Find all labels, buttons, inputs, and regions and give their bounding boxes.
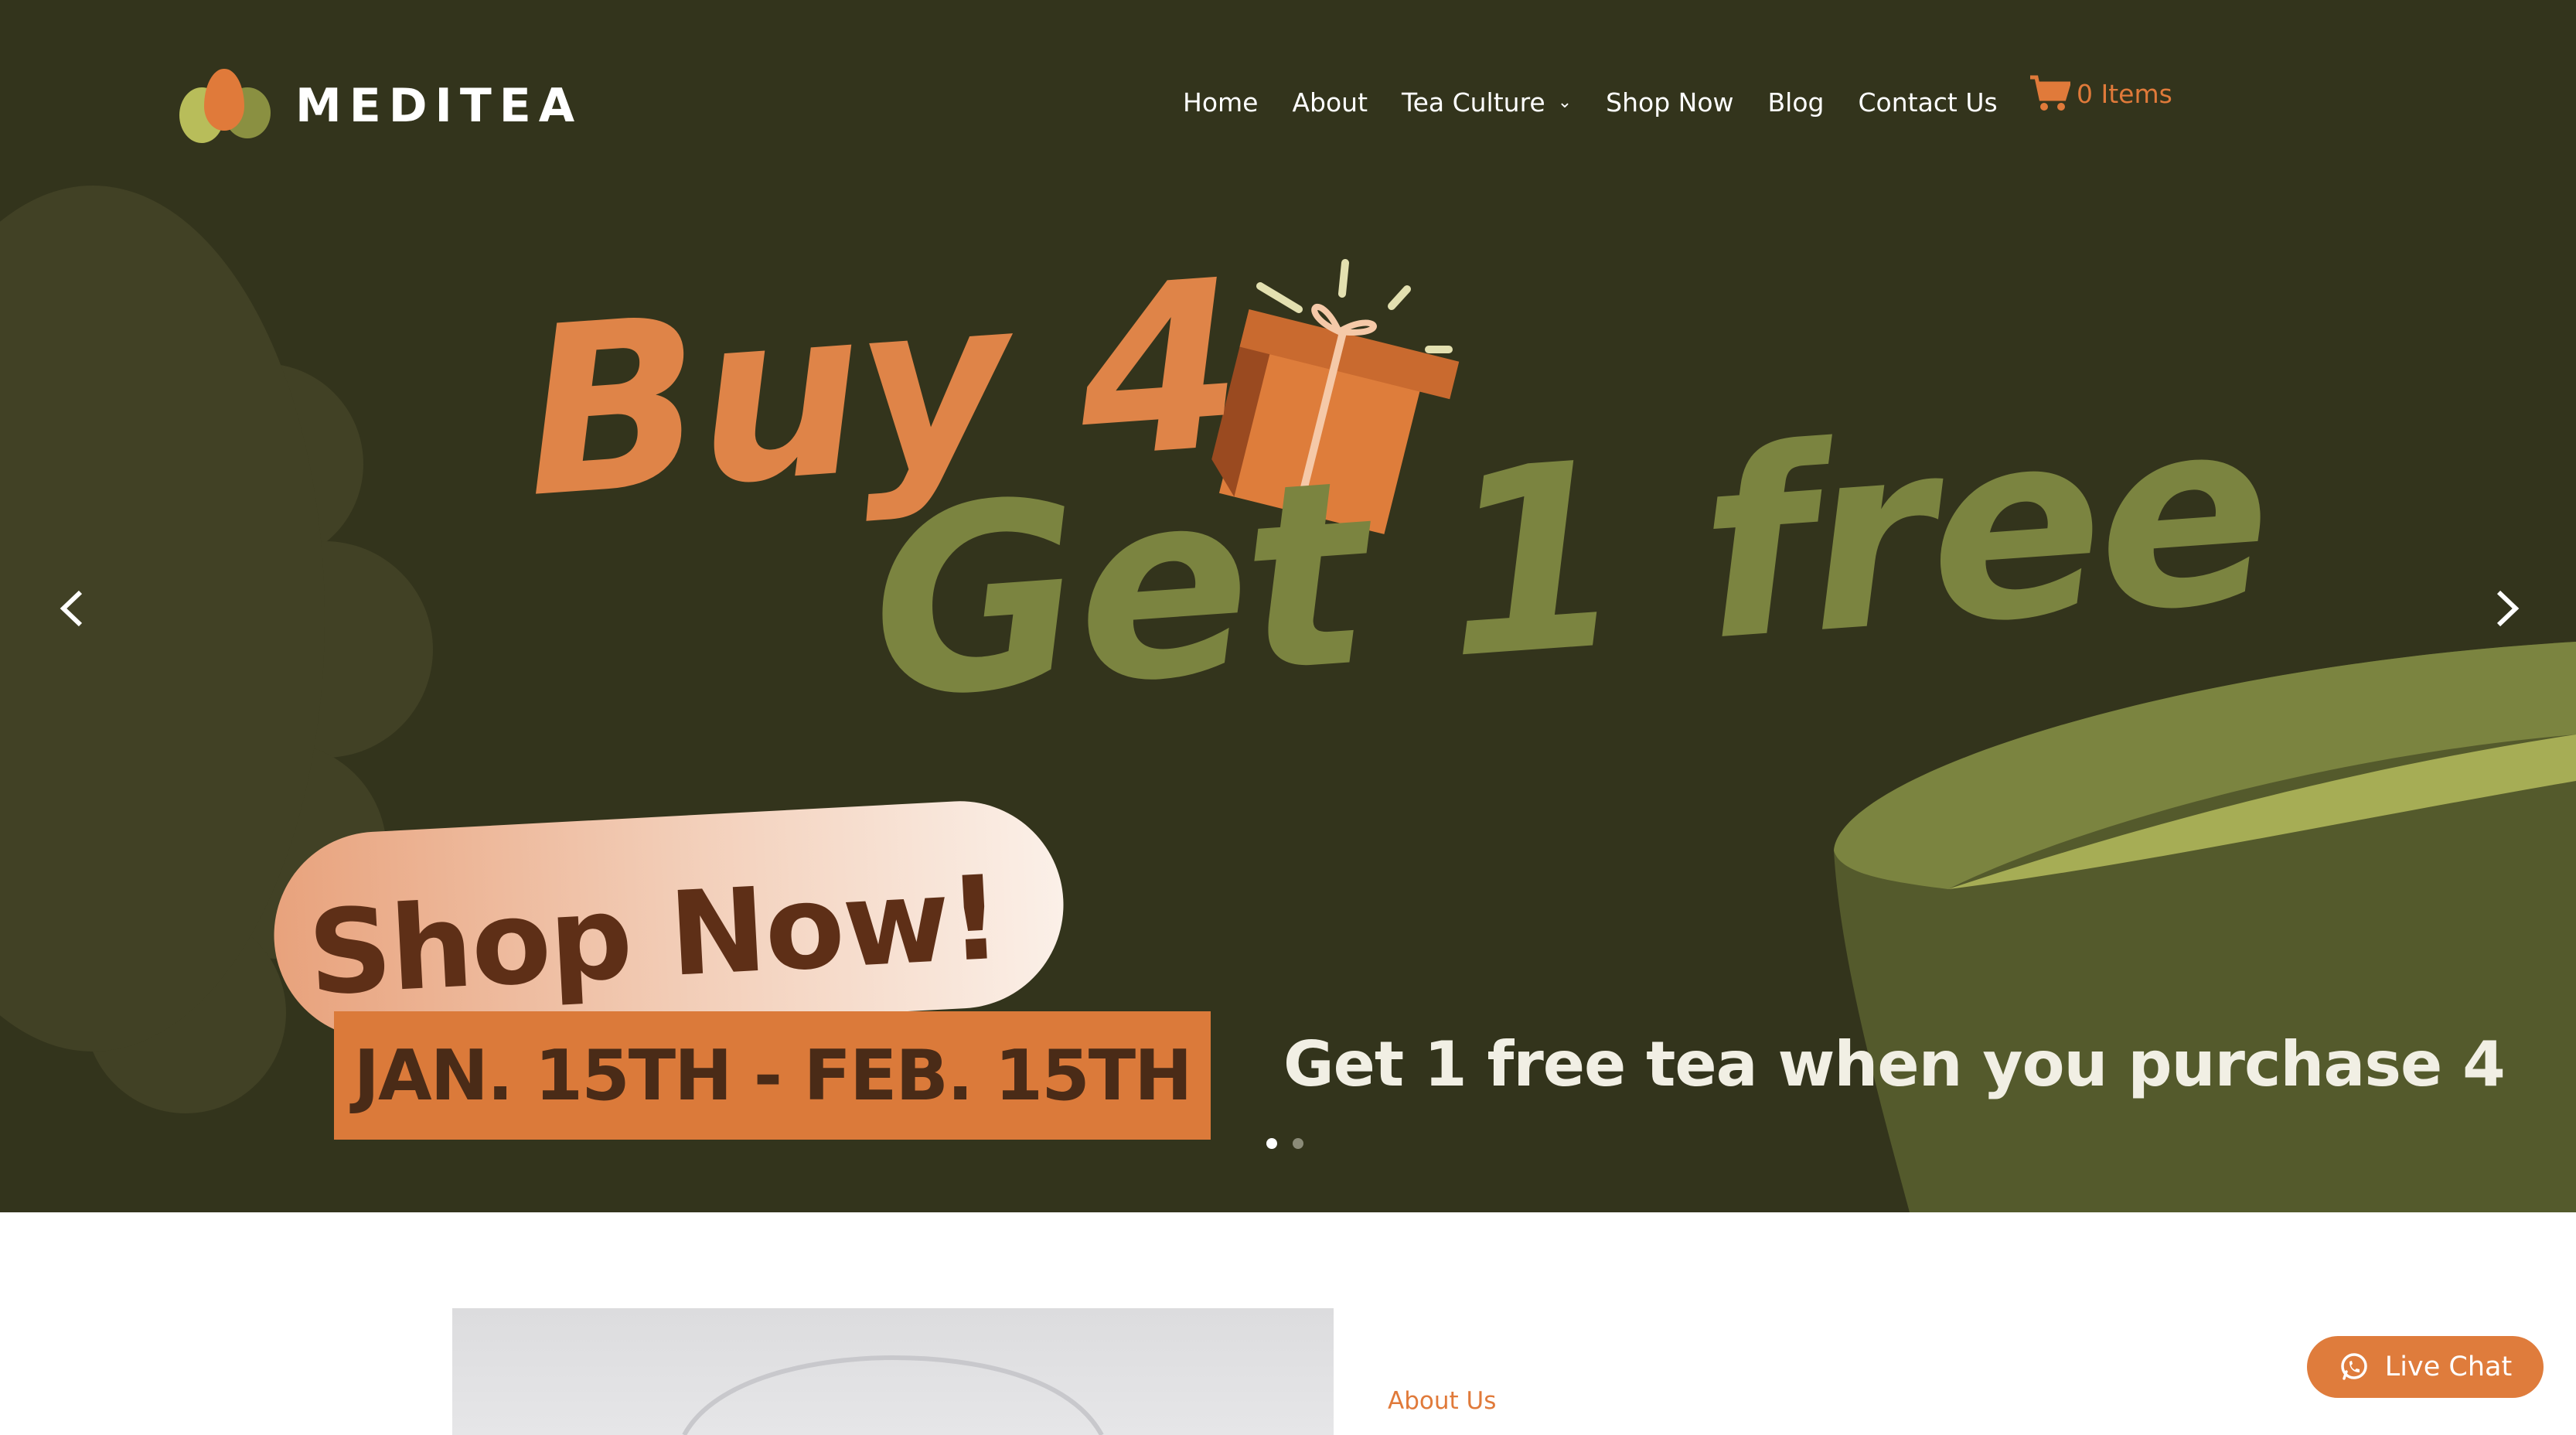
about-us-label: About Us [1388, 1387, 1497, 1415]
whatsapp-icon [2341, 1353, 2367, 1380]
shop-now-cta-label: Shop Now! [305, 850, 1003, 1022]
slider-dot-2[interactable] [1293, 1138, 1303, 1149]
nav-shop-now[interactable]: Shop Now [1606, 87, 1733, 118]
cart-icon [2030, 75, 2070, 111]
tea-bowl-decoration [1834, 642, 2576, 1212]
nav-contact-us-label: Contact Us [1858, 87, 1998, 118]
about-image [452, 1308, 1334, 1435]
slider-prev-button[interactable] [49, 581, 96, 636]
nav-about-label: About [1292, 87, 1368, 118]
hero-slider: MEDITEA Home About Tea Culture ⌄ Shop Now… [0, 0, 2576, 1212]
nav-blog-label: Blog [1767, 87, 1825, 118]
cart-link[interactable]: 0 Items [2029, 74, 2172, 113]
promo-date-label: JAN. 15TH - FEB. 15TH [353, 1034, 1193, 1116]
nav-tea-culture-label: Tea Culture [1402, 87, 1545, 118]
cart-count-label: 0 Items [2077, 78, 2172, 109]
brand-logo[interactable]: MEDITEA [178, 63, 611, 148]
brand-name: MEDITEA [295, 79, 583, 133]
slider-next-button[interactable] [2483, 581, 2530, 636]
promo-tagline: Get 1 free tea when you purchase 4 [1283, 1028, 2506, 1100]
nav-contact-us[interactable]: Contact Us [1858, 87, 1997, 118]
nav-blog[interactable]: Blog [1768, 87, 1825, 118]
live-chat-label: Live Chat [2384, 1351, 2513, 1382]
main-navigation: Home About Tea Culture ⌄ Shop Now Blog Co… [1183, 80, 2032, 124]
chevron-right-icon [2496, 590, 2520, 627]
shop-now-cta[interactable]: Shop Now! [268, 796, 1069, 1045]
nav-about[interactable]: About [1292, 87, 1368, 118]
slider-dots [1266, 1138, 1319, 1149]
nav-tea-culture[interactable]: Tea Culture ⌄ [1402, 87, 1572, 118]
logo-icon [178, 67, 274, 145]
nav-home-label: Home [1183, 87, 1259, 118]
glass-bowl-outline [682, 1355, 1104, 1435]
nav-shop-now-label: Shop Now [1606, 87, 1734, 118]
promo-date-range: JAN. 15TH - FEB. 15TH [334, 1011, 1211, 1140]
live-chat-button[interactable]: Live Chat [2307, 1336, 2544, 1398]
chevron-down-icon: ⌄ [1557, 92, 1573, 112]
chevron-left-icon [60, 590, 83, 627]
slider-dot-1[interactable] [1266, 1138, 1277, 1149]
nav-home[interactable]: Home [1183, 87, 1258, 118]
